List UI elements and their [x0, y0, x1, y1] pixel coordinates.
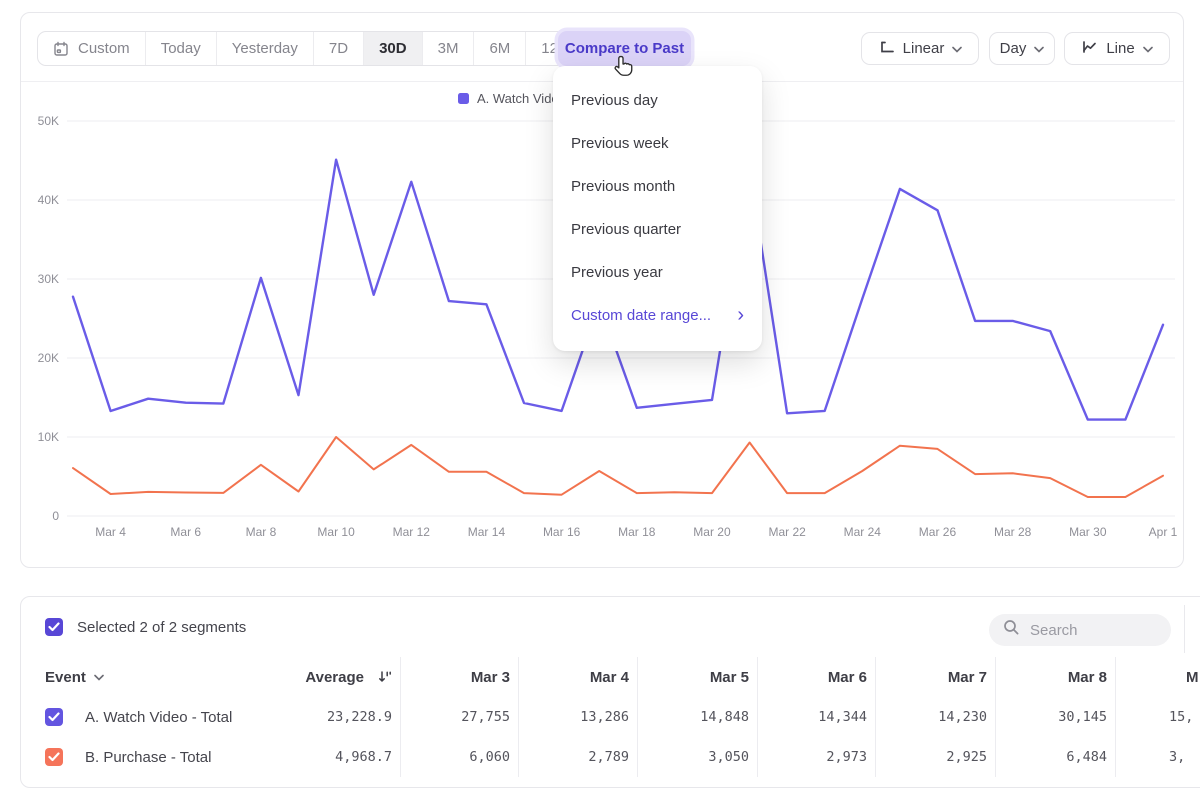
table-cell: 14,344 — [758, 697, 876, 737]
x-axis-label: Mar 8 — [246, 525, 277, 539]
mouse-cursor-hand — [612, 55, 635, 85]
table-cell: 14,848 — [638, 697, 758, 737]
header-right-divider — [1184, 605, 1185, 653]
column-header-average[interactable]: Average — [261, 657, 401, 697]
event-name: B. Purchase - Total — [85, 749, 211, 766]
menu-item-previous-month[interactable]: Previous month — [553, 165, 762, 208]
segments-header-row: Selected 2 of 2 segments Search — [21, 597, 1200, 657]
event-name: A. Watch Video - Total — [85, 709, 232, 726]
y-axis-label: 50K — [38, 114, 59, 128]
column-header-date: Mar 7 — [876, 657, 996, 697]
series-line-b[interactable] — [73, 437, 1163, 497]
chevron-down-icon — [94, 674, 104, 681]
menu-item-previous-day[interactable]: Previous day — [553, 79, 762, 122]
table-cell: 3,050 — [638, 737, 758, 777]
compare-to-past-menu: Previous dayPrevious weekPrevious monthP… — [553, 66, 762, 351]
x-axis-label: Mar 26 — [919, 525, 957, 539]
column-header-date: Mar 3 — [401, 657, 519, 697]
table-cell: 27,755 — [401, 697, 519, 737]
x-axis-label: Mar 22 — [768, 525, 806, 539]
column-header-event[interactable]: Event — [21, 657, 261, 697]
menu-item-previous-year[interactable]: Previous year — [553, 251, 762, 294]
table-cell: 6,484 — [996, 737, 1116, 777]
menu-item-previous-week[interactable]: Previous week — [553, 122, 762, 165]
table-cell: 30,145 — [996, 697, 1116, 737]
table-cell: 2,925 — [876, 737, 996, 777]
segments-summary: Selected 2 of 2 segments — [77, 619, 246, 636]
table-cell: 2,973 — [758, 737, 876, 777]
x-axis-label: Mar 6 — [170, 525, 201, 539]
column-header-date: M — [1116, 657, 1200, 697]
menu-item-previous-quarter[interactable]: Previous quarter — [553, 208, 762, 251]
x-axis-label: Mar 14 — [468, 525, 506, 539]
x-axis-label: Mar 18 — [618, 525, 656, 539]
y-axis-label: 30K — [38, 272, 59, 286]
custom-date-range-label: Custom date range... — [571, 307, 711, 324]
x-axis-label: Mar 16 — [543, 525, 581, 539]
x-axis-label: Mar 24 — [844, 525, 882, 539]
average-header-label: Average — [305, 669, 364, 686]
x-axis-label: Mar 4 — [95, 525, 126, 539]
table-cell: 23,228.9 — [261, 697, 401, 737]
x-axis-label: Mar 20 — [693, 525, 731, 539]
row-checkbox[interactable] — [45, 708, 63, 726]
segments-table: Event Average Mar 3Mar 4Mar 5Mar 6Mar 7Mar… — [21, 657, 1200, 777]
compare-menu-items: Previous dayPrevious weekPrevious monthP… — [553, 79, 762, 294]
table-cell: 2,789 — [519, 737, 638, 777]
menu-item-custom-date-range[interactable]: Custom date range... › — [553, 294, 762, 337]
y-axis-label: 40K — [38, 193, 59, 207]
table-cell: 4,968.7 — [261, 737, 401, 777]
table-row-label[interactable]: A. Watch Video - Total — [21, 697, 261, 737]
y-axis-label: 20K — [38, 351, 59, 365]
row-checkbox[interactable] — [45, 748, 63, 766]
search-icon — [1003, 619, 1020, 641]
legend-swatch — [458, 93, 469, 104]
table-cell: 14,230 — [876, 697, 996, 737]
y-axis-label: 0 — [52, 509, 59, 523]
table-cell: 6,060 — [401, 737, 519, 777]
search-placeholder: Search — [1030, 622, 1078, 639]
chevron-right-icon: › — [737, 305, 744, 325]
x-axis-label: Apr 1 — [1149, 525, 1178, 539]
table-row-label[interactable]: B. Purchase - Total — [21, 737, 261, 777]
column-header-date: Mar 8 — [996, 657, 1116, 697]
x-axis-label: Mar 28 — [994, 525, 1032, 539]
table-cell: 13,286 — [519, 697, 638, 737]
table-cell: 15, — [1116, 697, 1200, 737]
segments-table-card: Selected 2 of 2 segments Search Event Ave… — [20, 596, 1200, 788]
sort-descending-icon — [371, 670, 392, 684]
y-axis-label: 10K — [38, 430, 59, 444]
column-header-date: Mar 5 — [638, 657, 758, 697]
x-axis-label: Mar 12 — [393, 525, 431, 539]
x-axis-label: Mar 30 — [1069, 525, 1107, 539]
table-cell: 3, — [1116, 737, 1200, 777]
search-input[interactable]: Search — [989, 614, 1171, 646]
select-all-checkbox[interactable] — [45, 618, 63, 636]
x-axis-label: Mar 10 — [317, 525, 355, 539]
event-header-label: Event — [45, 669, 86, 686]
column-header-date: Mar 6 — [758, 657, 876, 697]
column-header-date: Mar 4 — [519, 657, 638, 697]
